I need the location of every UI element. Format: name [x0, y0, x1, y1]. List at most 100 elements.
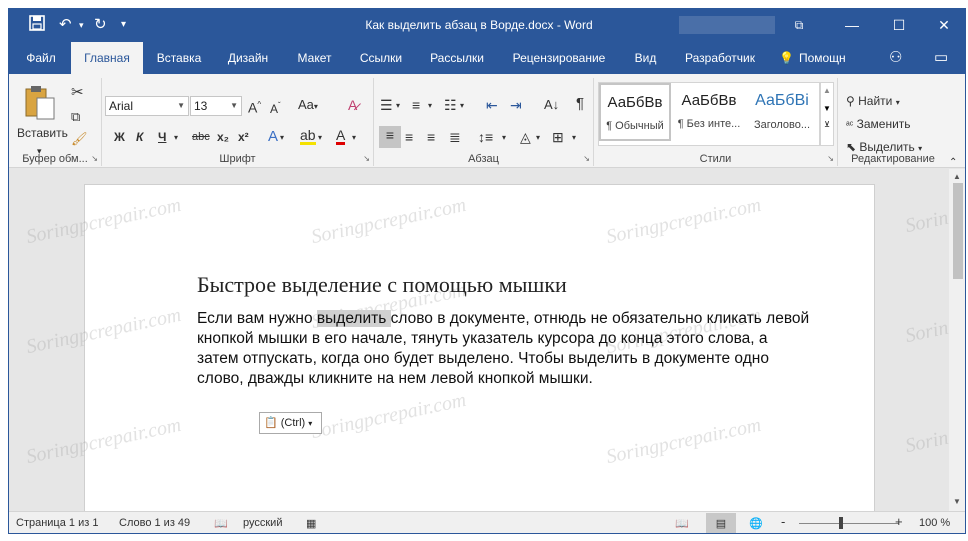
highlight-color-icon[interactable]: ab [300, 128, 316, 145]
minimize-icon[interactable]: — [837, 13, 867, 37]
shrink-font-icon[interactable]: Aˇ [270, 97, 281, 118]
justify-icon[interactable]: ≣ [449, 128, 461, 146]
tab-home[interactable]: Главная [71, 42, 143, 74]
dialog-launcher-icon[interactable]: ↘ [827, 154, 834, 163]
zoom-out-button[interactable]: - [781, 514, 785, 529]
styles-scroll[interactable]: ▲ ▼ ⊻ [820, 82, 834, 146]
tab-mailings[interactable]: Рассылки [421, 42, 493, 74]
style-no-spacing[interactable]: АаБбВв ¶ Без инте... [673, 83, 745, 141]
decrease-indent-icon[interactable]: ⇤ [486, 96, 498, 114]
clear-format-icon[interactable]: A̷ [348, 96, 357, 114]
zoom-slider-thumb[interactable] [839, 517, 843, 529]
replace-button[interactable]: ᵃᶜ Заменить [846, 115, 911, 135]
font-color-icon[interactable]: A [336, 128, 346, 145]
subscript-button[interactable]: x₂ [217, 128, 229, 146]
line-spacing-icon[interactable]: ↕≡ [478, 128, 493, 146]
document-paragraph[interactable]: Если вам нужно выделить слово в документ… [197, 309, 812, 389]
tell-me-box[interactable]: 💡 Помощн [779, 42, 846, 74]
undo-icon[interactable]: ↶ [59, 15, 72, 35]
align-center-icon[interactable]: ≡ [405, 128, 413, 146]
comment-icon[interactable]: ▭ [934, 48, 948, 66]
proofing-icon[interactable]: 📖 [214, 517, 228, 530]
ribbon-display-icon[interactable]: ⧉ [784, 13, 814, 37]
chevron-down-icon[interactable]: ▾ [428, 97, 432, 115]
align-left-icon[interactable]: ≡ [379, 126, 401, 148]
language-indicator[interactable]: русский [243, 517, 282, 529]
account-area[interactable] [679, 16, 775, 34]
document-page[interactable]: Soringpcrepair.com Soringpcrepair.com So… [24, 184, 875, 511]
tab-developer[interactable]: Разработчик [675, 42, 765, 74]
borders-icon[interactable]: ⊞ [552, 128, 564, 146]
copy-icon[interactable]: ⧉ [71, 108, 80, 126]
text-effects-icon[interactable]: A [268, 128, 278, 146]
dialog-launcher-icon[interactable]: ↘ [363, 154, 370, 163]
document-heading[interactable]: Быстрое выделение с помощью мышки [197, 272, 567, 298]
tab-references[interactable]: Ссылки [351, 42, 411, 74]
strikethrough-button[interactable]: abc [192, 128, 210, 146]
bold-button[interactable]: Ж [114, 128, 125, 146]
font-size-input[interactable]: 13 ▼ [190, 96, 242, 116]
tab-review[interactable]: Рецензирование [503, 42, 615, 74]
underline-button[interactable]: Ч [158, 128, 166, 146]
chevron-down-icon[interactable]: ▾ [174, 129, 178, 147]
cut-icon[interactable]: ✂ [71, 84, 84, 102]
style-normal[interactable]: АаБбВв ¶ Обычный [599, 83, 671, 141]
read-mode-icon[interactable]: 📖 [675, 517, 689, 530]
shading-icon[interactable]: ◬ [520, 128, 531, 146]
vertical-scrollbar[interactable]: ▲ ▼ [949, 169, 965, 511]
multilevel-list-icon[interactable]: ☷ [444, 96, 457, 114]
chevron-down-icon[interactable]: ▾ [460, 97, 464, 115]
chevron-down-icon[interactable]: ▼ [821, 104, 833, 113]
tab-file[interactable]: Файл [17, 42, 65, 74]
format-painter-icon[interactable]: 🖌 [71, 130, 88, 148]
chevron-up-icon[interactable]: ▲ [821, 86, 833, 95]
chevron-down-icon[interactable]: ▾ [121, 15, 126, 35]
close-icon[interactable]: ✕ [929, 13, 959, 37]
page-count[interactable]: Страница 1 из 1 [16, 517, 98, 529]
change-case-button[interactable]: Aa▾ [298, 96, 318, 116]
save-icon[interactable] [29, 15, 45, 37]
chevron-down-icon[interactable]: ▾ [572, 129, 576, 147]
word-count[interactable]: Слово 1 из 49 [119, 517, 190, 529]
zoom-level[interactable]: 100 % [919, 517, 950, 529]
zoom-slider-track[interactable] [799, 523, 899, 524]
paste-button[interactable]: Вставить [17, 124, 68, 142]
zoom-in-button[interactable]: + [895, 514, 903, 529]
web-layout-icon[interactable]: 🌐 [749, 517, 763, 530]
dialog-launcher-icon[interactable]: ↘ [583, 154, 590, 163]
font-name-input[interactable]: Arial ▼ [105, 96, 189, 116]
maximize-icon[interactable]: ☐ [884, 13, 914, 37]
scrollbar-thumb[interactable] [953, 183, 963, 279]
tab-view[interactable]: Вид [623, 42, 668, 74]
redo-icon[interactable]: ↻ [94, 15, 107, 35]
chevron-down-icon[interactable]: ▾ [352, 129, 356, 147]
chevron-down-icon[interactable]: ▾ [502, 129, 506, 147]
italic-button[interactable]: К [136, 128, 143, 146]
chevron-down-icon[interactable]: ▾ [396, 97, 400, 115]
sort-icon[interactable]: A↓ [544, 96, 559, 114]
show-formatting-icon[interactable]: ¶ [576, 95, 584, 113]
tab-layout[interactable]: Макет [287, 42, 342, 74]
chevron-down-icon[interactable]: ▾ [536, 129, 540, 147]
chevron-down-icon[interactable]: ▾ [280, 129, 284, 147]
numbering-icon[interactable]: ≡ [412, 96, 420, 114]
bullets-icon[interactable]: ☰ [380, 96, 393, 114]
find-button[interactable]: ⚲ Найти ▾ [846, 92, 900, 112]
superscript-button[interactable]: x² [238, 128, 249, 146]
scroll-up-icon[interactable]: ▲ [953, 172, 961, 181]
more-styles-icon[interactable]: ⊻ [821, 120, 833, 129]
tab-design[interactable]: Дизайн [219, 42, 277, 74]
increase-indent-icon[interactable]: ⇥ [510, 96, 522, 114]
paste-options-button[interactable]: 📋 (Ctrl) ▾ [259, 412, 322, 434]
share-user-icon[interactable]: ⚇ [889, 48, 902, 66]
chevron-down-icon[interactable]: ▾ [318, 129, 322, 147]
macro-icon[interactable]: ▦ [306, 517, 316, 530]
print-layout-icon[interactable]: ▤ [706, 513, 736, 533]
tab-insert[interactable]: Вставка [149, 42, 209, 74]
paste-icon[interactable] [23, 84, 57, 122]
align-right-icon[interactable]: ≡ [427, 128, 435, 146]
grow-font-icon[interactable]: A^ [248, 96, 261, 117]
scroll-down-icon[interactable]: ▼ [953, 497, 961, 506]
style-heading[interactable]: АаБбВі Заголово... [746, 83, 818, 141]
dialog-launcher-icon[interactable]: ↘ [91, 154, 98, 163]
